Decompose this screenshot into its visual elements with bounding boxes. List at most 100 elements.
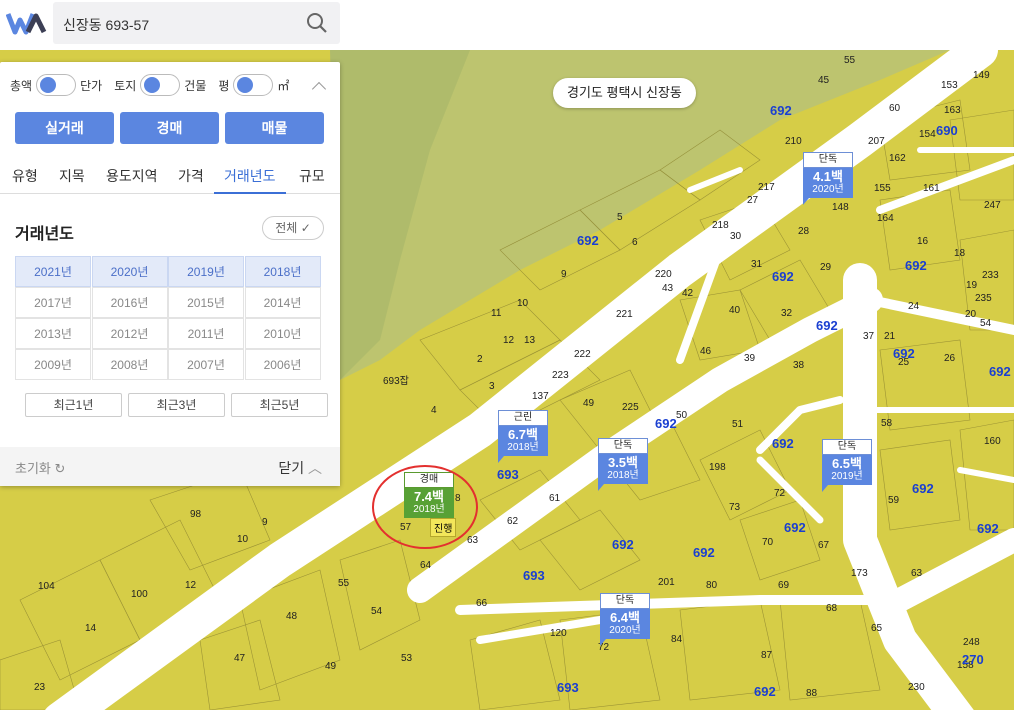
lot-block-number: 270	[962, 652, 984, 667]
parcel-number: 59	[888, 495, 900, 506]
reset-button[interactable]: 초기화 ↻	[15, 458, 65, 477]
parcel-number: 162	[889, 153, 906, 164]
parcel-number: 221	[616, 309, 633, 320]
real-trade-button[interactable]: 실거래	[15, 112, 114, 144]
parcel-number: 32	[781, 308, 793, 319]
year-cell[interactable]: 2009년	[15, 349, 91, 380]
tab-price[interactable]: 가격	[178, 166, 204, 186]
parcel-number: 201	[658, 577, 675, 588]
parcel-number: 4	[431, 405, 437, 416]
listing-button[interactable]: 매물	[225, 112, 324, 144]
year-cell[interactable]: 2008년	[91, 349, 168, 380]
year-cell[interactable]: 2014년	[244, 287, 321, 318]
price-unit-toggle[interactable]	[36, 74, 77, 96]
parcel-number: 43	[662, 283, 674, 294]
tab-land-category[interactable]: 지목	[59, 166, 85, 186]
close-label: 닫기	[278, 460, 305, 476]
parcel-number: 3	[489, 381, 495, 392]
toggle-knob	[144, 77, 161, 93]
parcel-number: 47	[234, 653, 246, 664]
select-all-button[interactable]: 전체 ✓	[262, 216, 324, 240]
marker-year: 2020년	[812, 184, 844, 195]
parcel-number: 38	[793, 360, 805, 371]
year-cell[interactable]: 2012년	[91, 318, 168, 349]
chevron-up-icon: ︿	[308, 460, 322, 476]
parcel-number: 230	[908, 682, 925, 693]
app-logo-icon[interactable]	[5, 6, 48, 40]
parcel-number: 693잡	[383, 376, 409, 387]
tab-size[interactable]: 규모	[299, 166, 325, 186]
price-marker-5[interactable]: 단독 6.4백 2020년	[600, 593, 650, 646]
price-marker-3[interactable]: 단독 3.5백 2018년	[598, 438, 648, 491]
marker-year: 2019년	[831, 471, 863, 482]
location-chip[interactable]: 경기도 평택시 신장동	[553, 78, 696, 108]
tab-zoning[interactable]: 용도지역	[106, 166, 158, 186]
marker-type: 근린	[498, 410, 548, 426]
marker-year: 2020년	[609, 625, 641, 636]
price-marker-4[interactable]: 단독 6.5백 2019년	[822, 439, 872, 492]
parcel-number: 207	[868, 136, 885, 147]
tab-type[interactable]: 유형	[12, 166, 38, 186]
land-building-toggle[interactable]	[140, 74, 181, 96]
lot-block-number: 692	[655, 416, 677, 431]
parcel-number: 30	[730, 231, 742, 242]
parcel-number: 45	[818, 75, 830, 86]
price-marker-2[interactable]: 근린 6.7백 2018년	[498, 410, 548, 463]
recent-1y-button[interactable]: 최근1년	[25, 393, 122, 417]
price-marker-1[interactable]: 단독 4.1백 2020년	[803, 152, 853, 205]
parcel-number: 18	[954, 248, 966, 259]
year-cell[interactable]: 2020년	[91, 256, 168, 287]
search-icon[interactable]	[306, 12, 328, 34]
marker-tail	[498, 456, 504, 463]
parcel-number: 5	[617, 212, 623, 223]
parcel-number: 63	[911, 568, 923, 579]
recent-5y-button[interactable]: 최근5년	[231, 393, 328, 417]
year-cell[interactable]: 2017년	[15, 287, 91, 318]
parcel-number: 67	[818, 540, 830, 551]
parcel-number: 65	[871, 623, 883, 634]
parcel-number: 235	[975, 293, 992, 304]
year-cell[interactable]: 2016년	[91, 287, 168, 318]
parcel-number: 69	[778, 580, 790, 591]
toggle-row: 총액 단가 토지 건물 평 ㎡	[10, 74, 289, 96]
auction-button[interactable]: 경매	[120, 112, 219, 144]
parcel-number: 9	[561, 269, 567, 280]
marker-tail	[598, 484, 604, 491]
area-unit-toggle[interactable]	[233, 74, 274, 96]
year-cell[interactable]: 2006년	[244, 349, 321, 380]
parcel-number: 225	[622, 402, 639, 413]
parcel-number: 70	[762, 537, 774, 548]
year-cell[interactable]: 2018년	[244, 256, 321, 287]
search-input[interactable]: 신장동 693-57	[63, 15, 149, 35]
select-all-label: 전체	[275, 221, 298, 235]
close-button[interactable]: 닫기 ︿	[278, 458, 322, 478]
parcel-number: 53	[401, 653, 413, 664]
year-cell[interactable]: 2015년	[168, 287, 244, 318]
year-cell[interactable]: 2011년	[168, 318, 244, 349]
parcel-number: 63	[467, 535, 479, 546]
parcel-number: 46	[700, 346, 712, 357]
year-cell[interactable]: 2013년	[15, 318, 91, 349]
year-cell[interactable]: 2021년	[15, 256, 91, 287]
toggle-knob	[40, 77, 57, 93]
marker-tail	[600, 639, 606, 646]
year-cell[interactable]: 2007년	[168, 349, 244, 380]
recent-3y-button[interactable]: 최근3년	[128, 393, 225, 417]
parcel-number: 49	[325, 661, 337, 672]
parcel-number: 66	[476, 598, 488, 609]
parcel-number: 39	[744, 353, 756, 364]
collapse-chevron-icon[interactable]	[311, 81, 327, 97]
lot-block-number: 692	[770, 103, 792, 118]
toggle-left-label: 평	[218, 78, 230, 93]
parcel-number: 24	[908, 301, 920, 312]
parcel-number: 20	[965, 309, 977, 320]
search-box[interactable]: 신장동 693-57	[53, 2, 340, 44]
parcel-number: 42	[682, 288, 694, 299]
parcel-number: 80	[706, 580, 718, 591]
parcel-number: 31	[751, 259, 763, 270]
year-cell[interactable]: 2010년	[244, 318, 321, 349]
parcel-number: 16	[917, 236, 929, 247]
year-cell[interactable]: 2019년	[168, 256, 244, 287]
tab-trade-year[interactable]: 거래년도	[224, 166, 276, 186]
parcel-number: 87	[761, 650, 773, 661]
